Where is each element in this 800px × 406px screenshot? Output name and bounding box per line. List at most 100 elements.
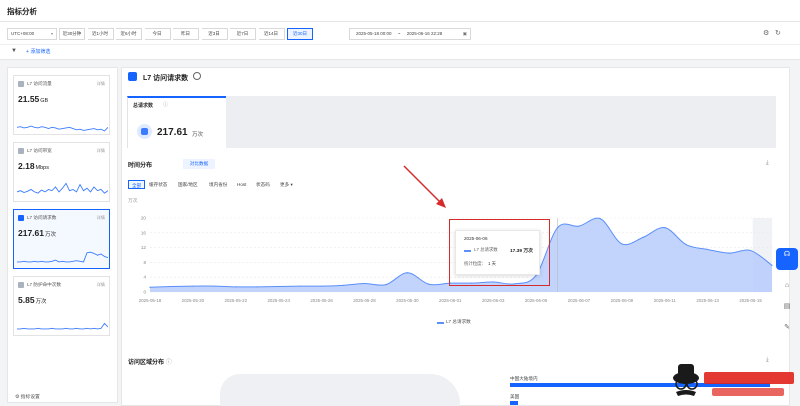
add-filter-button[interactable]: + 添加筛选	[26, 48, 50, 55]
kpi-label: 总请求数	[133, 103, 154, 109]
metric-card-traffic[interactable]: L7 访问流量 详情 21.55GB	[13, 75, 110, 135]
y-tick-label: 20	[141, 216, 147, 221]
date-range-picker[interactable]: 2025-05-18 00:00 ~ 2025-06-16 22:28 ▣	[349, 28, 471, 40]
tab-cache-status[interactable]: 缓存状态	[149, 180, 167, 189]
sparkline	[17, 125, 108, 132]
time-range-button[interactable]: 近14日	[258, 28, 285, 40]
metric-icon	[128, 72, 137, 81]
data-point	[621, 243, 623, 245]
data-point	[728, 252, 730, 254]
metric-settings-button[interactable]: ⚙ 指标设置	[15, 393, 40, 400]
data-point	[428, 283, 430, 285]
time-range-button[interactable]: 近7日	[230, 28, 256, 40]
detail-link[interactable]: 详情	[97, 148, 105, 154]
metric-card-value: 21.55GB	[18, 94, 49, 104]
metric-card-title: L7 访问请求数	[27, 215, 57, 220]
tab-more[interactable]: 更多 ▾	[280, 180, 293, 189]
time-range-button[interactable]: 近30分钟	[59, 28, 85, 40]
compare-data-button[interactable]: 对比数据	[183, 159, 215, 169]
x-tick-label: 2025-05-22	[225, 298, 248, 303]
date-separator: ~	[397, 31, 401, 36]
x-tick-label: 2025-05-28	[353, 298, 376, 303]
filter-line	[0, 44, 800, 60]
detail-link[interactable]: 详情	[97, 81, 105, 87]
add-filter-label: 添加筛选	[30, 49, 51, 55]
region-share-bar	[510, 401, 518, 405]
detail-link[interactable]: 详情	[97, 282, 105, 288]
pie-chart-icon[interactable]	[193, 72, 201, 80]
metric-card-title: L7 防护命中次数	[27, 282, 61, 287]
document-icon[interactable]: ▤	[776, 300, 798, 322]
time-range-button[interactable]: 昨日	[173, 28, 199, 40]
data-point	[363, 282, 366, 285]
time-range-button[interactable]: 今日	[144, 28, 171, 40]
data-point	[664, 227, 666, 229]
tab-status-code[interactable]: 状态码	[256, 180, 270, 189]
data-point	[406, 272, 408, 274]
metric-card-protection-hits[interactable]: L7 防护命中次数 详情 5.85万次	[13, 276, 110, 336]
metric-card-bandwidth[interactable]: L7 访问带宽 详情 2.18Mbps	[13, 142, 110, 202]
metric-card-requests[interactable]: L7 访问请求数 详情 217.61万次	[13, 209, 110, 269]
metric-card-value: 2.18Mbps	[18, 161, 49, 171]
data-point	[320, 285, 323, 287]
data-point	[235, 286, 237, 288]
data-point	[299, 285, 301, 287]
x-tick-label: 2025-05-18	[139, 298, 162, 303]
headset-icon[interactable]: ☊	[776, 248, 798, 270]
metric-sidebar: L7 访问流量 详情 21.55GB L7 访问带宽 详情 2.18Mbps L…	[7, 67, 118, 403]
sparkline-path	[17, 182, 108, 194]
chart-icon	[18, 282, 24, 288]
region-distribution-title: 访问区域分布 ⓘ	[128, 360, 172, 366]
kpi-value: 217.61	[157, 127, 188, 138]
region-name: 美国	[510, 394, 520, 399]
sparkline	[17, 251, 108, 263]
funnel-icon[interactable]: ▼	[11, 48, 17, 54]
data-point	[342, 284, 344, 286]
x-tick-label: 2025-05-20	[182, 298, 205, 303]
tab-host[interactable]: Host	[237, 180, 246, 189]
sparkline	[17, 182, 108, 194]
highlight-rectangle	[449, 219, 550, 286]
timezone-select[interactable]: UTC+08:00 ▾	[7, 28, 57, 40]
plus-icon: +	[26, 49, 29, 55]
time-range-button[interactable]: 近1小时	[87, 28, 114, 40]
data-point	[256, 286, 258, 288]
x-tick-label: 2025-06-05	[525, 298, 548, 303]
time-range-button[interactable]: 近30日	[287, 28, 313, 40]
data-point	[170, 285, 173, 288]
chart-icon	[18, 81, 24, 87]
settings-icon[interactable]: ⚙	[763, 29, 769, 37]
info-icon[interactable]: ⓘ	[163, 101, 168, 108]
date-start: 2025-05-18 00:00	[356, 31, 392, 36]
detail-link[interactable]: 详情	[97, 215, 105, 221]
download-icon[interactable]: ⤓	[766, 160, 769, 167]
legend-label[interactable]: L7 总请求数	[446, 319, 471, 325]
data-point	[642, 236, 644, 238]
metric-card-title: L7 访问流量	[27, 81, 52, 86]
date-end: 2025-06-16 22:28	[406, 31, 443, 36]
data-point	[192, 285, 194, 287]
chevron-down-icon: ▾	[290, 182, 293, 187]
data-point	[278, 285, 280, 288]
metric-settings-label: 指标设置	[20, 395, 40, 400]
feedback-icon[interactable]: ✎	[776, 321, 798, 343]
time-range-button[interactable]: 近3日	[201, 28, 228, 40]
tab-country-region[interactable]: 国家/地区	[178, 180, 198, 189]
world-map	[220, 374, 460, 406]
data-point	[749, 249, 752, 252]
data-point	[771, 264, 773, 266]
tab-province[interactable]: 境内省份	[209, 180, 227, 189]
x-tick-label: 2025-05-26	[310, 298, 333, 303]
refresh-icon[interactable]: ↻	[775, 29, 781, 37]
home-icon[interactable]: ⌂	[776, 279, 798, 301]
data-point	[556, 227, 559, 229]
region-name: 中国大陆境内	[510, 376, 538, 381]
y-unit-label: 万次	[128, 199, 138, 204]
data-point	[685, 244, 687, 246]
y-tick-label: 12	[141, 245, 147, 250]
data-point	[707, 248, 709, 251]
time-range-button[interactable]: 近6小时	[116, 28, 142, 40]
tab-all[interactable]: 全部	[128, 180, 146, 189]
legend-marker	[437, 322, 444, 324]
x-tick-label: 2025-05-30	[396, 298, 419, 303]
